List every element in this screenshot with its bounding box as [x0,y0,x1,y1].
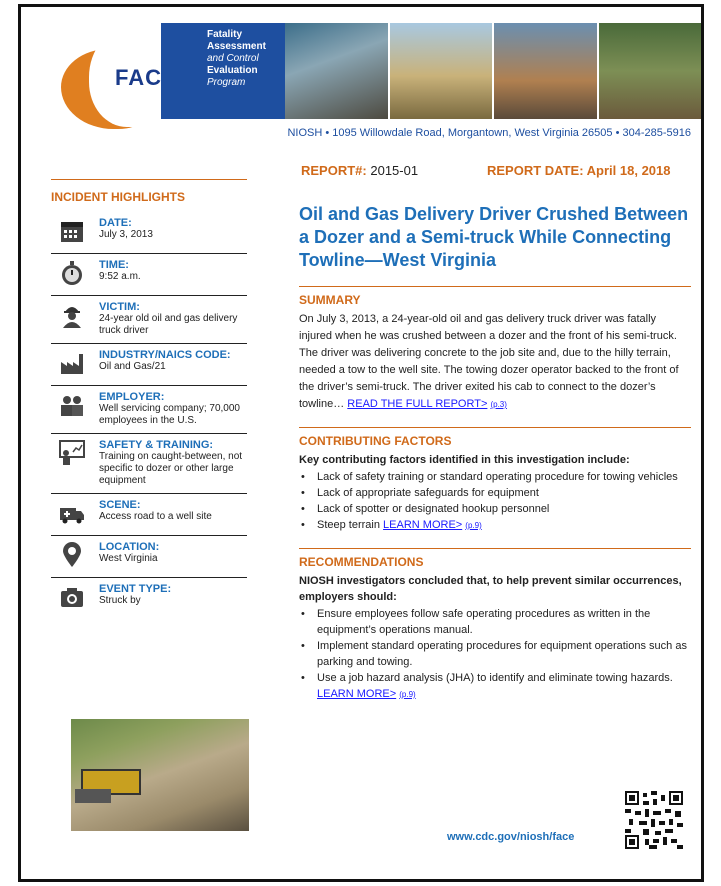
location-pin-icon [63,542,81,567]
worker-icon [63,307,81,328]
dozer-blade-shape [75,789,111,803]
highlight-date: DATE: July 3, 2013 [51,212,247,254]
list-item: Lack of appropriate safeguards for equip… [299,485,691,501]
scene-photo [71,719,249,831]
highlight-time: TIME: 9:52 a.m. [51,254,247,296]
page-ref[interactable]: (p.9) [399,690,415,699]
calendar-icon [61,222,83,242]
recommendations-lead: NIOSH investigators concluded that, to h… [299,575,682,603]
list-item: Lack of spotter or designated hookup per… [299,501,691,517]
niosh-address: NIOSH • 1095 Willowdale Road, Morgantown… [287,127,691,139]
highlight-employer: EMPLOYER: Well servicing company; 70,000… [51,386,247,434]
main-content: Oil and Gas Delivery Driver Crushed Betw… [299,203,691,703]
list-item: Use a job hazard analysis (JHA) to ident… [299,670,691,703]
divider [299,286,691,287]
highlight-location: LOCATION: West Virginia [51,536,247,578]
recommendations-section: RECOMMENDATIONS NIOSH investigators conc… [299,548,691,703]
people-icon [61,396,83,416]
incident-highlights: INCIDENT HIGHLIGHTS DATE: July 3, 2013 T… [51,179,247,620]
factors-heading: CONTRIBUTING FACTORS [299,434,452,448]
report-number: REPORT#: 2015-01 [301,163,419,178]
list-item: Steep terrain LEARN MORE> (p.9) [299,517,691,534]
highlights-heading: INCIDENT HIGHLIGHTS [51,190,185,204]
list-item: Ensure employees follow safe operating p… [299,606,691,638]
divider [299,427,691,428]
header-banner: FACE Fatality Assessment and Control Eva… [61,19,701,131]
page-ref[interactable]: (p.3) [490,400,506,409]
factors-list: Lack of safety training or standard oper… [299,469,691,534]
program-name: Fatality Assessment and Control Evaluati… [207,29,266,88]
summary-section: SUMMARY On July 3, 2013, a 24-year-old o… [299,286,691,413]
factors-section: CONTRIBUTING FACTORS Key contributing fa… [299,427,691,534]
highlight-scene: SCENE: Access road to a well site [51,494,247,536]
highlight-safety-training: SAFETY & TRAINING: Training on caught-be… [51,434,247,494]
qr-code-icon[interactable] [625,791,683,849]
divider [299,548,691,549]
program-block: Fatality Assessment and Control Evaluati… [161,23,285,119]
stopwatch-icon [62,261,82,285]
trainer-icon [59,440,85,465]
construction-photo [494,23,597,119]
worker-photo [285,23,388,119]
website-link[interactable]: www.cdc.gov/niosh/face [447,831,574,843]
ambulance-icon [60,508,84,524]
recommendations-heading: RECOMMENDATIONS [299,555,424,569]
read-full-report-link[interactable]: READ THE FULL REPORT> [347,398,487,410]
factory-icon [61,354,83,374]
list-item: Lack of safety training or standard oper… [299,469,691,485]
recommendations-list: Ensure employees follow safe operating p… [299,606,691,703]
page-ref[interactable]: (p.9) [465,521,481,530]
report-page: FACE Fatality Assessment and Control Eva… [18,4,704,882]
summary-heading: SUMMARY [299,293,361,307]
camera-icon [61,588,83,607]
highlight-victim: VICTIM: 24-year old oil and gas delivery… [51,296,247,344]
list-item: Implement standard operating procedures … [299,638,691,670]
header-photo-strip [285,23,701,119]
farmer-photo [598,23,701,119]
report-title: Oil and Gas Delivery Driver Crushed Betw… [299,204,689,270]
highlight-event-type: EVENT TYPE: Struck by [51,578,247,620]
factors-lead: Key contributing factors identified in t… [299,454,630,466]
bulldozer-photo [389,23,492,119]
highlight-industry: INDUSTRY/NAICS CODE: Oil and Gas/21 [51,344,247,386]
divider [51,179,247,180]
summary-text: On July 3, 2013, a 24-year-old oil and g… [299,313,679,410]
learn-more-link[interactable]: LEARN MORE> [383,519,462,531]
learn-more-link[interactable]: LEARN MORE> [317,688,396,700]
report-date: REPORT DATE: April 18, 2018 [487,163,671,178]
